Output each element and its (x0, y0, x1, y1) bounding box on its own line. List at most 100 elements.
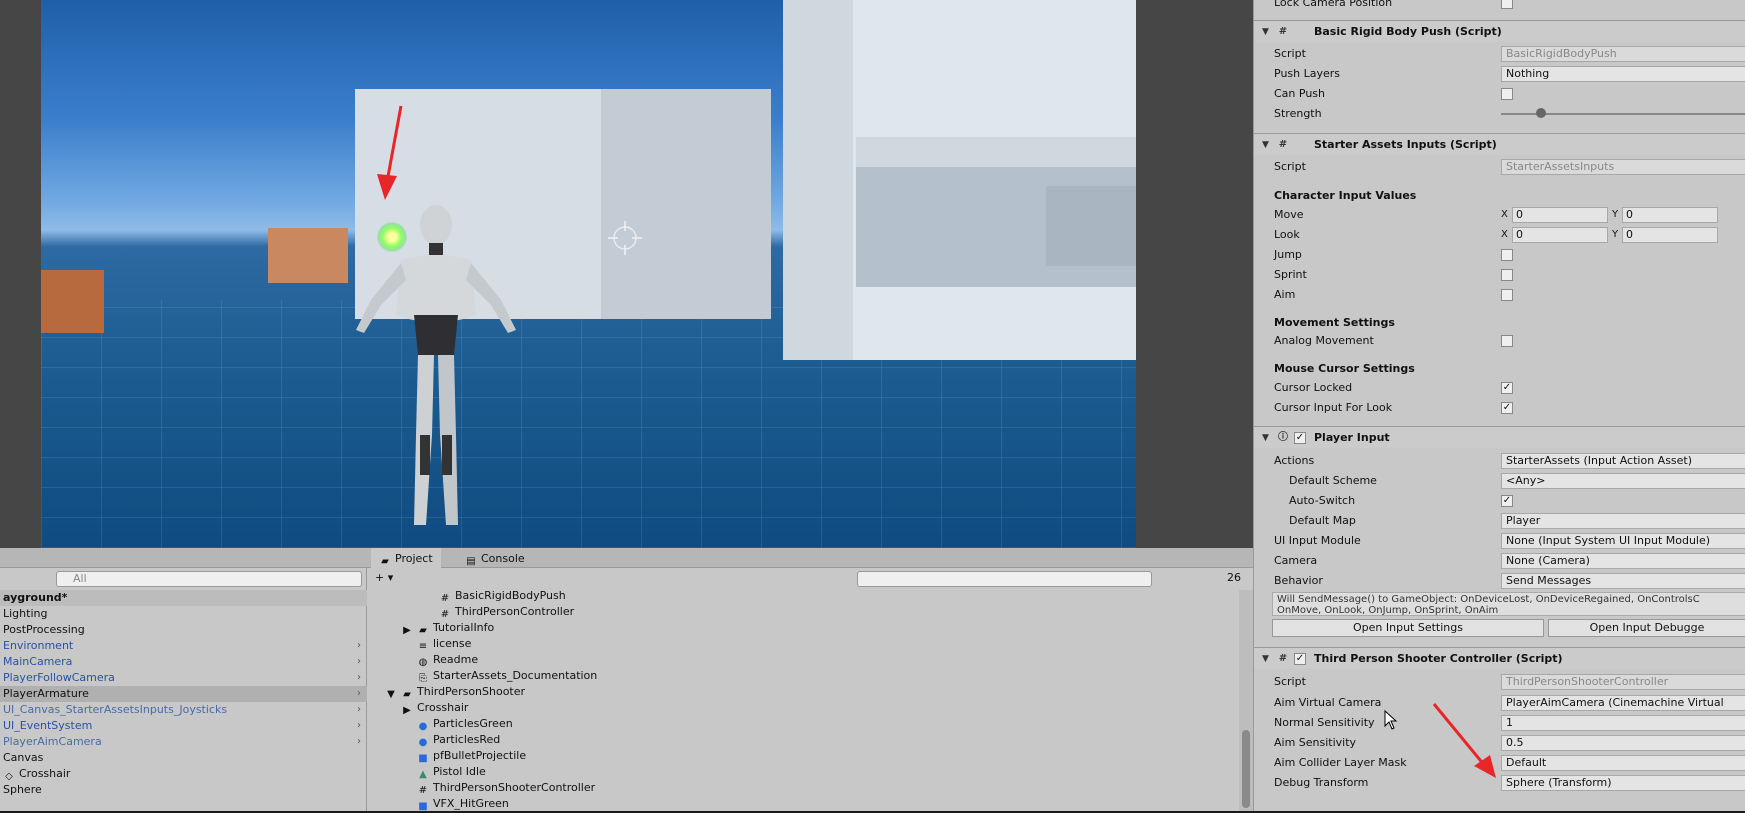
hierarchy-item-lighting[interactable]: Lighting (0, 606, 367, 622)
project-item-label: Readme (433, 653, 479, 666)
aim-mask-dropdown[interactable]: Default (1501, 755, 1745, 771)
normal-sensitivity-field[interactable]: 1 (1501, 715, 1745, 731)
project-item[interactable]: ▼ ▰ ThirdPersonShooter (385, 684, 525, 700)
scrollbar-thumb[interactable] (1242, 730, 1250, 808)
hierarchy-search-input[interactable]: All (56, 571, 362, 587)
collapse-icon[interactable]: ▼ (1262, 648, 1269, 670)
can-push-checkbox[interactable] (1501, 88, 1513, 100)
project-item[interactable]: ◍ Readme (417, 652, 479, 668)
hierarchy-item-ui-canvas[interactable]: UI_Canvas_StarterAssetsInputs_Joysticks › (0, 702, 367, 718)
actions-label: Actions (1274, 454, 1315, 467)
look-x-field[interactable]: 0 (1512, 227, 1608, 243)
push-layers-dropdown[interactable]: Nothing (1501, 66, 1745, 82)
auto-switch-checkbox[interactable]: ✓ (1501, 495, 1513, 507)
wall-right-edge (783, 0, 853, 360)
project-item[interactable]: ⎘ StarterAssets_Documentation (417, 668, 597, 684)
strength-slider-knob[interactable] (1536, 108, 1546, 118)
open-input-debugger-button[interactable]: Open Input Debugge (1548, 619, 1745, 637)
ui-module-field[interactable]: None (Input System UI Input Module) (1501, 533, 1745, 549)
aim-checkbox[interactable] (1501, 289, 1513, 301)
collapse-icon[interactable]: ▼ (1262, 21, 1269, 43)
hidden-count: 26 (1227, 571, 1241, 584)
component-title: Player Input (1314, 431, 1390, 444)
hierarchy-item-ui-eventsystem[interactable]: UI_EventSystem › (0, 718, 367, 734)
sai-header[interactable]: ▼ # Starter Assets Inputs (Script) (1254, 133, 1745, 155)
project-search-input[interactable] (857, 571, 1152, 587)
jump-checkbox[interactable] (1501, 249, 1513, 261)
tpsc-header[interactable]: ▼ # ✓ Third Person Shooter Controller (Scri… (1254, 647, 1745, 669)
component-title: Starter Assets Inputs (Script) (1314, 138, 1497, 151)
game-viewport[interactable] (41, 0, 1136, 548)
project-item[interactable]: ▶ Crosshair (401, 700, 468, 716)
hierarchy-item-sphere[interactable]: Sphere (0, 782, 367, 798)
hierarchy-item-playeraimcamera[interactable]: PlayerAimCamera › (0, 734, 367, 750)
collapse-icon[interactable]: ▼ (1262, 427, 1269, 449)
project-scrollbar[interactable] (1239, 590, 1253, 811)
game-view[interactable] (0, 0, 1253, 548)
aim-camera-field[interactable]: PlayerAimCamera (Cinemachine Virtual (1501, 695, 1745, 711)
behavior-label: Behavior (1274, 574, 1323, 587)
hierarchy-item-crosshair[interactable]: ◇ Crosshair (0, 766, 367, 782)
chevron-down-icon: ▼ (387, 689, 395, 700)
aim-sensitivity-field[interactable]: 0.5 (1501, 735, 1745, 751)
prefab-cube-icon: ■ (418, 801, 428, 812)
project-item[interactable]: ■ VFX_HitGreen (417, 796, 509, 812)
pi-header[interactable]: ▼ ⓘ ✓ Player Input (1254, 426, 1745, 448)
scene-root[interactable]: ayground* (0, 590, 367, 606)
project-item[interactable]: ● ParticlesRed (417, 732, 501, 748)
open-input-settings-button[interactable]: Open Input Settings (1272, 619, 1544, 637)
mouse-cursor-icon (1384, 710, 1398, 730)
look-y-field[interactable]: 0 (1622, 227, 1718, 243)
component-enabled-checkbox[interactable]: ✓ (1294, 653, 1306, 665)
default-map-dropdown[interactable]: Player (1501, 513, 1745, 529)
hierarchy-label: PlayerFollowCamera (3, 671, 115, 684)
cursor-look-label: Cursor Input For Look (1274, 401, 1393, 414)
hierarchy-item-postprocessing[interactable]: PostProcessing (0, 622, 367, 638)
hierarchy-item-playerfollowcamera[interactable]: PlayerFollowCamera › (0, 670, 367, 686)
collapse-icon[interactable]: ▼ (1262, 134, 1269, 156)
hierarchy-item-playerarmature[interactable]: PlayerArmature › (0, 686, 367, 702)
analog-checkbox[interactable] (1501, 335, 1513, 347)
project-item[interactable]: ≡ license (417, 636, 472, 652)
push-layers-label: Push Layers (1274, 67, 1341, 80)
tab-project[interactable]: ▰ Project (371, 548, 441, 569)
strength-label: Strength (1274, 107, 1322, 120)
chevron-right-icon: ▶ (403, 705, 411, 716)
actions-field[interactable]: StarterAssets (Input Action Asset) (1501, 453, 1745, 469)
project-item[interactable]: ■ pfBulletProjectile (417, 748, 526, 764)
project-item[interactable]: # ThirdPersonController (439, 604, 574, 620)
project-item-label: ThirdPersonController (455, 605, 575, 618)
cursor-locked-checkbox[interactable]: ✓ (1501, 382, 1513, 394)
hierarchy-item-environment[interactable]: Environment › (0, 638, 367, 654)
move-y-field[interactable]: 0 (1622, 207, 1718, 223)
lock-camera-checkbox[interactable] (1501, 0, 1513, 9)
brbp-header[interactable]: ▼ # Basic Rigid Body Push (Script) (1254, 20, 1745, 42)
hierarchy-tabbar (0, 548, 367, 568)
debug-transform-field[interactable]: Sphere (Transform) (1501, 775, 1745, 791)
project-item-label: BasicRigidBodyPush (455, 589, 566, 602)
project-item[interactable]: ▲ Pistol Idle (417, 764, 486, 780)
cursor-look-checkbox[interactable]: ✓ (1501, 402, 1513, 414)
x-label: X (1501, 209, 1508, 220)
project-item[interactable]: ▶ ▰ TutorialInfo (401, 620, 494, 636)
chevron-right-icon: › (357, 720, 361, 731)
move-x-field[interactable]: 0 (1512, 207, 1608, 223)
chevron-right-icon: › (357, 656, 361, 667)
project-item[interactable]: # ThirdPersonShooterController (417, 780, 595, 796)
note-line: OnMove, OnLook, OnJump, OnSprint, OnAim (1277, 605, 1499, 616)
default-scheme-dropdown[interactable]: <Any> (1501, 473, 1745, 489)
project-item[interactable]: # BasicRigidBodyPush (439, 588, 566, 604)
add-asset-button[interactable]: + ▾ (375, 571, 393, 584)
sprint-checkbox[interactable] (1501, 269, 1513, 281)
component-enabled-checkbox[interactable]: ✓ (1294, 432, 1306, 444)
camera-field[interactable]: None (Camera) (1501, 553, 1745, 569)
behavior-dropdown[interactable]: Send Messages (1501, 573, 1745, 589)
hierarchy-item-canvas[interactable]: Canvas (0, 750, 367, 766)
hierarchy-item-maincamera[interactable]: MainCamera › (0, 654, 367, 670)
project-item-label: StarterAssets_Documentation (433, 669, 598, 682)
y-label: Y (1612, 209, 1619, 220)
tab-console[interactable]: ▤ Console (457, 548, 533, 569)
aim-label: Aim (1274, 288, 1296, 301)
jump-label: Jump (1274, 248, 1302, 261)
project-item[interactable]: ● ParticlesGreen (417, 716, 513, 732)
